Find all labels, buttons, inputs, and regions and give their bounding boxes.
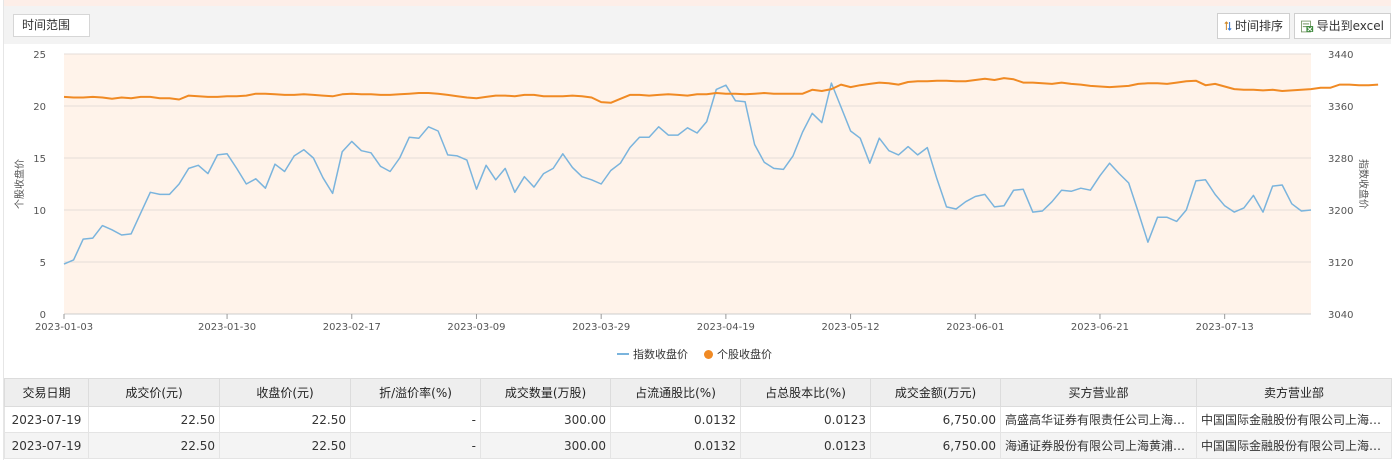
table-row: 2023-07-19 22.50 22.50 - 300.00 0.0132 0… (4, 406, 1392, 433)
x-axis-tick-label: 2023-01-30 (198, 322, 256, 333)
x-axis-tick-label: 2023-03-09 (447, 322, 505, 333)
cell-seller[interactable]: 中国国际金融股份有限公司上海… (1196, 432, 1392, 459)
right-axis-tick-label: 3120 (1328, 258, 1353, 269)
right-axis-tick-label: 3200 (1328, 206, 1353, 217)
export-excel-button[interactable]: 导出到excel (1294, 13, 1391, 39)
x-axis-tick-label: 2023-01-03 (35, 322, 93, 333)
toolbar: 时间范围 时间排序 导出到excel (4, 6, 1391, 44)
col-header-float-ratio[interactable]: 占流通股比(%) (610, 378, 741, 407)
x-axis-tick-label: 2023-06-21 (1071, 322, 1129, 333)
legend-item-stock[interactable]: 个股收盘价 (704, 346, 772, 362)
cell-float-ratio: 0.0132 (610, 432, 741, 459)
legend-line-marker (617, 353, 629, 355)
time-range-button[interactable]: 时间范围 (13, 14, 90, 37)
table-row: 2023-07-19 22.50 22.50 - 300.00 0.0132 0… (4, 432, 1392, 459)
cell-total-ratio: 0.0123 (740, 406, 871, 433)
right-axis-title: 指数收盘价 (1357, 159, 1370, 209)
legend-dot-marker (704, 349, 713, 359)
time-sort-label: 时间排序 (1234, 19, 1283, 33)
time-sort-button[interactable]: 时间排序 (1217, 13, 1290, 39)
x-axis-tick-label: 2023-03-29 (572, 322, 630, 333)
left-axis-title: 个股收盘价 (13, 159, 26, 209)
left-axis-tick-label: 0 (40, 310, 46, 321)
left-axis-tick-label: 20 (33, 102, 46, 113)
x-axis-tick-label: 2023-07-13 (1196, 322, 1254, 333)
cell-total-ratio: 0.0123 (740, 432, 871, 459)
x-axis-tick-label: 2023-05-12 (822, 322, 880, 333)
cell-amount: 6,750.00 (870, 406, 1001, 433)
col-header-volume[interactable]: 成交数量(万股) (480, 378, 611, 407)
legend-label-stock: 个股收盘价 (717, 348, 772, 361)
col-header-amount[interactable]: 成交金额(万元) (870, 378, 1001, 407)
left-axis-tick-label: 25 (33, 50, 46, 61)
cell-buyer[interactable]: 高盛高华证券有限责任公司上海… (1000, 406, 1197, 433)
col-header-premium-rate[interactable]: 折/溢价率(%) (350, 378, 481, 407)
cell-close-price: 22.50 (219, 406, 351, 433)
col-header-deal-price[interactable]: 成交价(元) (88, 378, 220, 407)
left-axis-tick-label: 15 (33, 154, 46, 165)
col-header-buyer[interactable]: 买方营业部 (1000, 378, 1197, 407)
cell-deal-price: 22.50 (88, 432, 220, 459)
price-comparison-chart: 0 5 10 15 20 25 3040 3120 3200 3280 3360 3440 个股收盘价 指… (13, 50, 1379, 333)
export-excel-label: 导出到excel (1316, 19, 1384, 33)
cell-buyer[interactable]: 海通证券股份有限公司上海黄浦… (1000, 432, 1197, 459)
cell-premium-rate: - (350, 406, 481, 433)
cell-float-ratio: 0.0132 (610, 406, 741, 433)
table-header-row: 交易日期 成交价(元) 收盘价(元) 折/溢价率(%) 成交数量(万股) 占流通… (4, 378, 1392, 407)
right-axis-tick-label: 3040 (1328, 310, 1353, 321)
cell-volume: 300.00 (480, 432, 611, 459)
x-axis-tick-label: 2023-04-19 (697, 322, 755, 333)
col-header-total-ratio[interactable]: 占总股本比(%) (740, 378, 871, 407)
cell-seller[interactable]: 中国国际金融股份有限公司上海… (1196, 406, 1392, 433)
sort-arrows-icon (1224, 21, 1232, 31)
left-axis-tick-label: 5 (40, 258, 46, 269)
x-axis-tick-label: 2023-06-01 (946, 322, 1004, 333)
cell-premium-rate: - (350, 432, 481, 459)
x-axis-tick-label: 2023-02-17 (323, 322, 381, 333)
plot-area (64, 54, 1311, 314)
legend-item-index[interactable]: 指数收盘价 (617, 346, 688, 362)
cell-date: 2023-07-19 (4, 432, 89, 459)
cell-close-price: 22.50 (219, 432, 351, 459)
cell-deal-price: 22.50 (88, 406, 220, 433)
block-trade-table: 交易日期 成交价(元) 收盘价(元) 折/溢价率(%) 成交数量(万股) 占流通… (4, 378, 1392, 459)
excel-icon (1301, 20, 1314, 32)
col-header-date[interactable]: 交易日期 (4, 378, 89, 407)
right-axis-tick-label: 3280 (1328, 154, 1353, 165)
cell-volume: 300.00 (480, 406, 611, 433)
left-axis-tick-label: 10 (33, 206, 46, 217)
cell-date: 2023-07-19 (4, 406, 89, 433)
col-header-seller[interactable]: 卖方营业部 (1196, 378, 1392, 407)
cell-amount: 6,750.00 (870, 432, 1001, 459)
col-header-close-price[interactable]: 收盘价(元) (219, 378, 351, 407)
right-axis-tick-label: 3360 (1328, 102, 1353, 113)
legend-label-index: 指数收盘价 (633, 348, 688, 361)
right-axis-tick-label: 3440 (1328, 50, 1353, 61)
